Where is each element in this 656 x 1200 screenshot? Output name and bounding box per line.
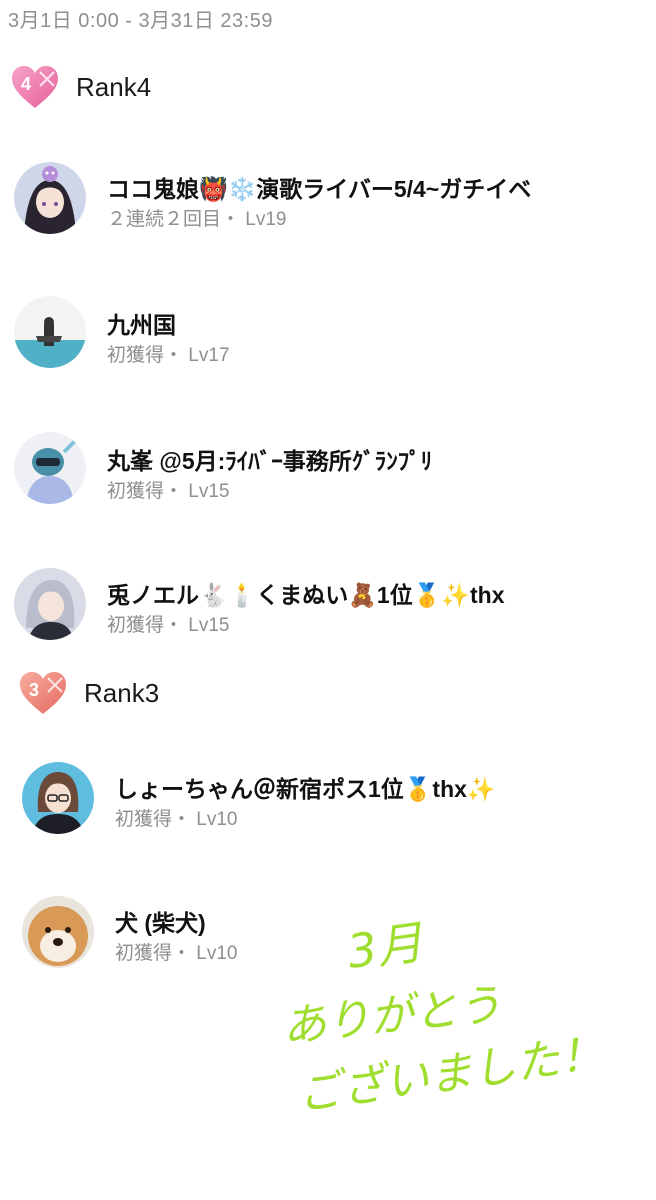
user-meta: 初獲得・ Lv10 xyxy=(115,943,238,964)
rank-label: Rank4 xyxy=(76,71,152,102)
avatar[interactable] xyxy=(22,762,94,834)
user-name[interactable]: 九州国 xyxy=(107,306,176,340)
period-label: 3月1日 0:00 - 3月31日 23:59 xyxy=(8,10,273,32)
user-name[interactable]: 兎ノエル🐇🕯️くまぬい🧸1位🥇✨thx xyxy=(107,576,504,610)
list-item[interactable]: 兎ノエル🐇🕯️くまぬい🧸1位🥇✨thx 初獲得・ Lv15 xyxy=(0,564,656,644)
list-item[interactable]: ココ鬼娘👹❄️演歌ライバー5/4~ガチイベ ２連続２回目・ Lv19 xyxy=(0,158,656,238)
user-meta: 初獲得・ Lv17 xyxy=(107,345,230,366)
list-item[interactable]: しょーちゃん＠新宿ポス1位🥇thx✨ 初獲得・ Lv10 xyxy=(0,758,656,838)
avatar[interactable] xyxy=(14,296,86,368)
note-line: ありがとう xyxy=(280,979,504,1053)
rank-label: Rank3 xyxy=(84,677,160,708)
note-line: 3月 xyxy=(344,915,427,979)
avatar[interactable] xyxy=(14,432,86,504)
rank-header-4: 4 Rank4 xyxy=(10,64,151,110)
user-name[interactable]: ココ鬼娘👹❄️演歌ライバー5/4~ガチイベ xyxy=(107,170,531,204)
user-name[interactable]: しょーちゃん＠新宿ポス1位🥇thx✨ xyxy=(115,770,496,804)
avatar[interactable] xyxy=(14,162,86,234)
heart-badge-icon: 4 xyxy=(12,66,58,108)
user-meta: 初獲得・ Lv15 xyxy=(107,481,230,502)
user-name[interactable]: 犬 (柴犬) xyxy=(115,904,206,938)
svg-text:3: 3 xyxy=(29,680,39,700)
avatar[interactable] xyxy=(22,896,94,968)
user-meta: ２連続２回目・ Lv19 xyxy=(107,209,287,230)
user-meta: 初獲得・ Lv10 xyxy=(115,809,238,830)
rank-header-3: 3 Rank3 xyxy=(18,670,159,716)
list-item[interactable]: 丸峯 @5月:ﾗｲﾊﾞｰ事務所ｸﾞﾗﾝﾌﾟﾘ 初獲得・ Lv15 xyxy=(0,430,656,510)
user-name[interactable]: 丸峯 @5月:ﾗｲﾊﾞｰ事務所ｸﾞﾗﾝﾌﾟﾘ xyxy=(107,442,432,476)
list-item[interactable]: 九州国 初獲得・ Lv17 xyxy=(0,294,656,374)
svg-text:4: 4 xyxy=(21,74,31,94)
user-meta: 初獲得・ Lv15 xyxy=(107,615,230,636)
heart-badge-icon: 3 xyxy=(20,672,66,714)
handwritten-note: 3月 ありがとう ございました！ xyxy=(280,915,607,1121)
avatar[interactable] xyxy=(14,568,86,640)
